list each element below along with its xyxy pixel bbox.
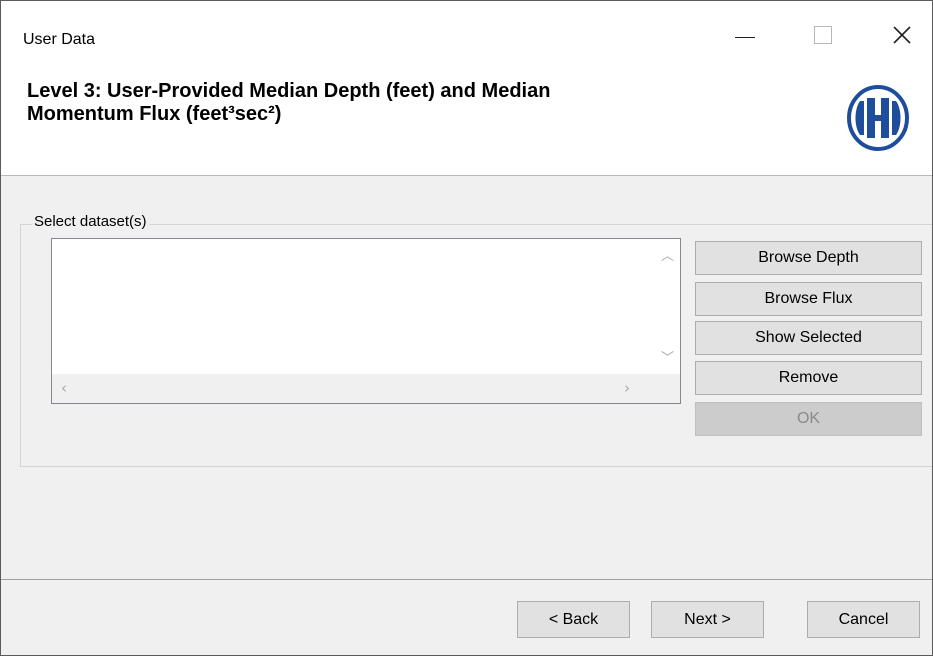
browse-depth-button[interactable]: Browse Depth xyxy=(695,241,922,275)
remove-button[interactable]: Remove xyxy=(695,361,922,395)
show-selected-button[interactable]: Show Selected xyxy=(695,321,922,355)
cancel-button[interactable]: Cancel xyxy=(807,601,920,638)
browse-flux-button[interactable]: Browse Flux xyxy=(695,282,922,316)
page-title: Level 3: User-Provided Median Depth (fee… xyxy=(27,80,787,126)
page-title-line-1: Level 3: User-Provided Median Depth (fee… xyxy=(27,80,551,102)
next-button[interactable]: Next > xyxy=(651,601,764,638)
footer-divider xyxy=(1,579,932,580)
back-button[interactable]: < Back xyxy=(517,601,630,638)
minimize-button[interactable] xyxy=(722,18,768,52)
scroll-up-arrow-icon[interactable]: ︿ xyxy=(661,245,674,264)
close-button[interactable] xyxy=(879,18,925,52)
user-data-dialog: User Data Level 3: User-Provided Median … xyxy=(0,0,933,656)
minimize-icon xyxy=(735,36,755,38)
wizard-header: Level 3: User-Provided Median Depth (fee… xyxy=(1,65,932,176)
scroll-down-arrow-icon[interactable]: ﹀ xyxy=(661,347,674,366)
ok-button[interactable]: OK xyxy=(695,402,922,436)
vertical-scrollbar[interactable]: ︿ ﹀ xyxy=(656,239,680,374)
scroll-left-arrow-icon[interactable]: ‹ xyxy=(61,379,67,397)
select-dataset-label: Select dataset(s) xyxy=(32,213,149,230)
hydraulics-h-logo-icon xyxy=(847,85,909,151)
dataset-listbox[interactable]: ︿ ﹀ ‹ › xyxy=(51,238,681,404)
maximize-icon xyxy=(814,26,832,44)
close-icon xyxy=(893,26,911,44)
window-title: User Data xyxy=(23,31,96,48)
horizontal-scrollbar[interactable]: ‹ › xyxy=(52,374,680,403)
page-title-line-2: Momentum Flux (feet³sec²) xyxy=(27,103,282,125)
scroll-right-arrow-icon[interactable]: › xyxy=(624,379,630,397)
maximize-button[interactable] xyxy=(800,18,846,52)
title-bar[interactable]: User Data xyxy=(1,1,932,65)
